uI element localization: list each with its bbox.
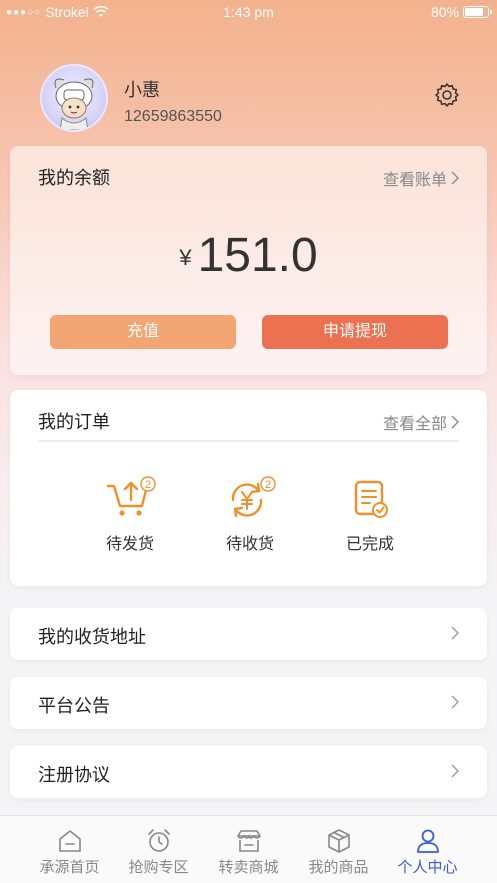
status-right: 80% <box>430 4 492 20</box>
status-bar: ●●●○○ Strokel 1:43 pm 80% <box>0 0 497 26</box>
view-bill-link[interactable]: 查看账单 <box>383 166 459 190</box>
currency-symbol: ¥ <box>179 245 192 270</box>
cart-upload-icon: 2 <box>106 476 156 516</box>
order-pending-receipt[interactable]: 2 待收货 <box>205 476 295 554</box>
completed-doc-icon <box>354 480 388 518</box>
menu-item-label: 我的收货地址 <box>38 627 146 647</box>
menu-item-announcement[interactable]: 平台公告 <box>10 677 487 729</box>
order-label: 待收货 <box>225 536 274 553</box>
avatar-illustration <box>54 78 94 130</box>
person-icon <box>416 829 439 853</box>
view-all-label: 查看全部 <box>382 416 447 433</box>
profile-header: 小惠 12659863550 <box>40 64 460 134</box>
tab-resale-mall[interactable]: 转卖商城 <box>199 816 298 883</box>
chevron-right-icon <box>451 695 459 709</box>
order-badge: 2 <box>145 479 151 491</box>
balance-title: 我的余额 <box>38 168 110 188</box>
order-completed[interactable]: 已完成 <box>325 476 415 554</box>
user-phone: 12659863550 <box>124 108 222 125</box>
tab-flash-sale[interactable]: 抢购专区 <box>109 816 208 883</box>
box-icon <box>327 829 350 853</box>
battery-icon <box>463 6 492 18</box>
store-icon <box>236 830 261 852</box>
tab-my-products[interactable]: 我的商品 <box>289 816 388 883</box>
order-label: 已完成 <box>345 536 394 553</box>
order-label: 待发货 <box>105 536 154 553</box>
orders-card: 我的订单 查看全部 2 待发货 2 待收货 已完成 <box>10 390 487 586</box>
chevron-right-icon <box>451 171 459 185</box>
user-name: 小惠 <box>124 80 160 100</box>
tab-label: 个人中心 <box>397 859 458 876</box>
menu-item-label: 平台公告 <box>38 696 110 716</box>
menu-item-label: 注册协议 <box>38 765 110 785</box>
alarm-clock-icon <box>147 829 170 852</box>
view-bill-label: 查看账单 <box>382 172 447 189</box>
order-badge: 2 <box>265 479 271 491</box>
divider <box>38 440 459 442</box>
tab-label: 转卖商城 <box>218 859 279 876</box>
gear-icon <box>435 83 459 107</box>
home-icon <box>58 830 81 852</box>
balance-value: 151.0 <box>197 229 318 282</box>
tab-label: 抢购专区 <box>128 859 189 876</box>
balance-amount: ¥151.0 <box>10 228 487 283</box>
yen-cycle-icon: 2 <box>231 476 276 518</box>
tab-home[interactable]: 承源首页 <box>20 816 119 883</box>
view-all-orders-link[interactable]: 查看全部 <box>383 410 459 434</box>
avatar[interactable] <box>40 64 108 132</box>
tab-profile[interactable]: 个人中心 <box>378 816 477 883</box>
menu-item-address[interactable]: 我的收货地址 <box>10 608 487 660</box>
withdraw-button[interactable]: 申请提现 <box>262 315 448 349</box>
tab-label: 承源首页 <box>39 859 100 876</box>
menu-item-agreement[interactable]: 注册协议 <box>10 746 487 798</box>
chevron-right-icon <box>451 764 459 778</box>
chevron-right-icon <box>451 415 459 429</box>
chevron-right-icon <box>451 626 459 640</box>
bottom-tab-bar: 承源首页 抢购专区 转卖商城 我的商品 个人中心 <box>0 815 497 883</box>
order-pending-shipment[interactable]: 2 待发货 <box>85 476 175 554</box>
clock: 1:43 pm <box>223 4 274 20</box>
recharge-button[interactable]: 充值 <box>50 315 236 349</box>
tab-label: 我的商品 <box>308 859 369 876</box>
balance-card: 我的余额 查看账单 ¥151.0 充值 申请提现 <box>10 146 487 375</box>
battery-percent: 80% <box>430 4 459 20</box>
settings-button[interactable] <box>434 82 460 108</box>
orders-title: 我的订单 <box>38 412 110 432</box>
